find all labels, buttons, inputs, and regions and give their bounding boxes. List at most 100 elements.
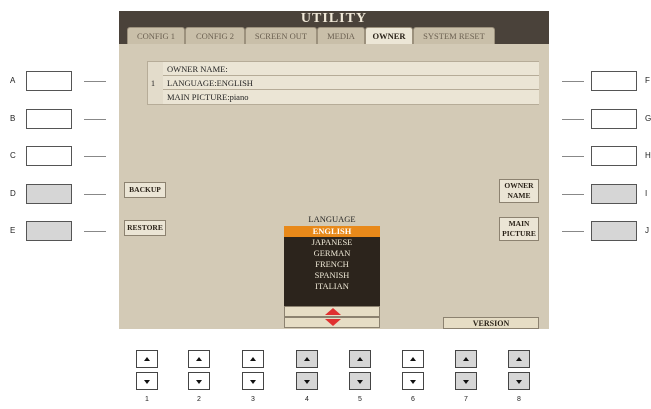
side-connector-j — [562, 231, 584, 232]
up-arrow-icon — [144, 357, 150, 361]
main-picture-row: MAIN PICTURE:piano — [163, 90, 539, 104]
bottom-label-2: 2 — [197, 396, 201, 403]
down-arrow-icon — [410, 380, 416, 384]
up-arrow-icon — [304, 357, 310, 361]
side-label-h: H — [645, 151, 651, 160]
owner-row-index: 1 — [151, 79, 155, 88]
language-option-italian[interactable]: ITALIAN — [284, 281, 380, 292]
bottom-down-button-3[interactable] — [242, 372, 264, 390]
restore-button[interactable]: RESTORE — [124, 220, 166, 236]
up-arrow-icon — [357, 357, 363, 361]
down-arrow-icon — [196, 380, 202, 384]
language-option-german[interactable]: GERMAN — [284, 248, 380, 259]
owner-name-button-line1: OWNER — [504, 181, 534, 190]
bottom-down-button-4[interactable] — [296, 372, 318, 390]
owner-info-panel: 1 OWNER NAME: LANGUAGE:ENGLISH MAIN PICT… — [147, 61, 539, 105]
bottom-label-3: 3 — [251, 396, 255, 403]
bottom-label-7: 7 — [464, 396, 468, 403]
up-arrow-icon — [250, 357, 256, 361]
bottom-label-1: 1 — [145, 396, 149, 403]
side-label-j: J — [645, 226, 649, 235]
down-arrow-icon — [516, 380, 522, 384]
bottom-down-button-5[interactable] — [349, 372, 371, 390]
down-arrow-icon — [250, 380, 256, 384]
language-scroll-up-button[interactable] — [284, 306, 380, 317]
language-option-spanish[interactable]: SPANISH — [284, 270, 380, 281]
tab-screen-out[interactable]: SCREEN OUT — [245, 27, 317, 44]
language-heading: LANGUAGE — [308, 214, 356, 224]
bottom-down-button-8[interactable] — [508, 372, 530, 390]
main-picture-button[interactable]: MAIN PICTURE — [499, 217, 539, 241]
side-connector-e — [84, 231, 106, 232]
main-picture-button-line1: MAIN — [508, 219, 530, 228]
bottom-label-5: 5 — [358, 396, 362, 403]
side-connector-g — [562, 119, 584, 120]
side-connector-b — [84, 119, 106, 120]
bottom-down-button-2[interactable] — [188, 372, 210, 390]
side-connector-h — [562, 156, 584, 157]
tab-owner[interactable]: OWNER — [365, 27, 413, 44]
bottom-up-button-2[interactable] — [188, 350, 210, 368]
side-label-b: B — [10, 114, 16, 123]
version-button[interactable]: VERSION — [443, 317, 539, 329]
bottom-up-button-6[interactable] — [402, 350, 424, 368]
owner-name-button[interactable]: OWNER NAME — [499, 179, 539, 203]
tab-media[interactable]: MEDIA — [317, 27, 365, 44]
down-arrow-icon — [463, 380, 469, 384]
bottom-up-button-5[interactable] — [349, 350, 371, 368]
language-option-english[interactable]: ENGLISH — [284, 226, 380, 237]
side-button-j[interactable] — [591, 221, 637, 241]
side-connector-c — [84, 156, 106, 157]
bottom-down-button-1[interactable] — [136, 372, 158, 390]
side-label-a: A — [10, 76, 16, 85]
side-connector-a — [84, 81, 106, 82]
side-button-i[interactable] — [591, 184, 637, 204]
bottom-down-button-7[interactable] — [455, 372, 477, 390]
up-arrow-icon — [516, 357, 522, 361]
language-list: ENGLISH JAPANESE GERMAN FRENCH SPANISH I… — [284, 226, 380, 306]
side-button-d[interactable] — [26, 184, 72, 204]
side-button-f[interactable] — [591, 71, 637, 91]
tab-config-1[interactable]: CONFIG 1 — [127, 27, 185, 44]
bottom-up-button-8[interactable] — [508, 350, 530, 368]
language-option-japanese[interactable]: JAPANESE — [284, 237, 380, 248]
side-connector-d — [84, 194, 106, 195]
side-button-e[interactable] — [26, 221, 72, 241]
tab-config-2[interactable]: CONFIG 2 — [185, 27, 245, 44]
side-button-h[interactable] — [591, 146, 637, 166]
side-button-a[interactable] — [26, 71, 72, 91]
triangle-down-icon — [325, 319, 341, 326]
owner-name-row: OWNER NAME: — [163, 62, 539, 76]
bottom-down-button-6[interactable] — [402, 372, 424, 390]
tab-system-reset[interactable]: SYSTEM RESET — [413, 27, 495, 44]
side-button-c[interactable] — [26, 146, 72, 166]
bottom-label-8: 8 — [517, 396, 521, 403]
main-picture-button-line2: PICTURE — [502, 229, 536, 238]
language-row: LANGUAGE:ENGLISH — [163, 76, 539, 90]
bottom-label-6: 6 — [411, 396, 415, 403]
screen-title: UTILITY — [300, 11, 368, 26]
lcd-screen: UTILITY CONFIG 1 CONFIG 2 SCREEN OUT MED… — [119, 11, 549, 329]
side-label-d: D — [10, 189, 16, 198]
down-arrow-icon — [304, 380, 310, 384]
side-label-f: F — [645, 76, 650, 85]
language-scroll-down-button[interactable] — [284, 317, 380, 328]
backup-button[interactable]: BACKUP — [124, 182, 166, 198]
bottom-up-button-3[interactable] — [242, 350, 264, 368]
side-label-g: G — [645, 114, 651, 123]
side-connector-f — [562, 81, 584, 82]
up-arrow-icon — [463, 357, 469, 361]
bottom-up-button-7[interactable] — [455, 350, 477, 368]
owner-name-button-line2: NAME — [507, 191, 531, 200]
bottom-up-button-1[interactable] — [136, 350, 158, 368]
side-button-b[interactable] — [26, 109, 72, 129]
triangle-up-icon — [325, 308, 341, 315]
language-option-french[interactable]: FRENCH — [284, 259, 380, 270]
bottom-label-4: 4 — [305, 396, 309, 403]
side-label-e: E — [10, 226, 16, 235]
side-button-g[interactable] — [591, 109, 637, 129]
side-label-c: C — [10, 151, 16, 160]
down-arrow-icon — [144, 380, 150, 384]
bottom-up-button-4[interactable] — [296, 350, 318, 368]
side-label-i: I — [645, 189, 648, 198]
